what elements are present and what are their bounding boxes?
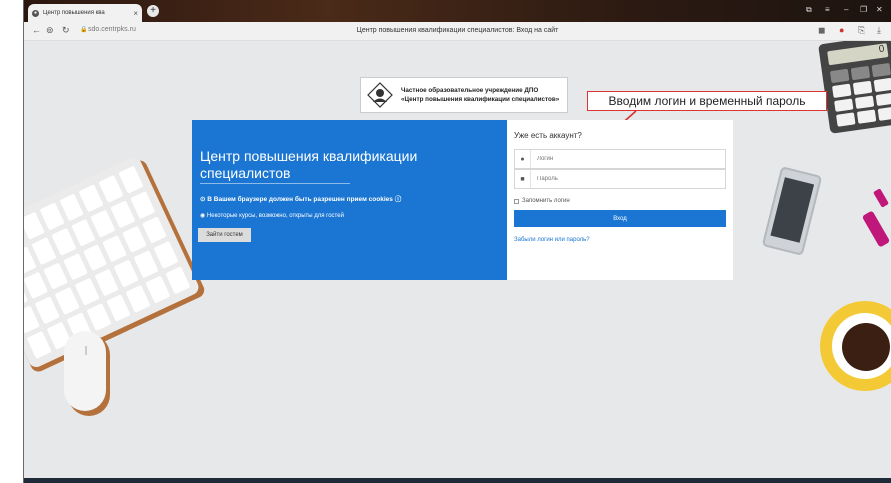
new-tab-button[interactable]: + [147,5,159,17]
site-logo[interactable]: Частное образовательное учреждение ДПО «… [360,77,568,113]
mouse-illustration [64,331,106,411]
tab-close-icon[interactable]: × [133,9,138,18]
user-icon: ● [515,150,531,168]
menu-icon[interactable]: ≡ [825,5,830,14]
remember-label: Запомнить логин [522,198,570,204]
keyboard-illustration [24,155,207,375]
bookmark-icon[interactable]: ◼ [818,25,825,36]
checkbox-icon[interactable] [514,198,519,204]
site-info-panel: Центр повышения квалификации специалисто… [192,120,507,280]
password-field[interactable]: ■ [514,169,726,189]
share-icon[interactable]: ⎘ [858,25,865,36]
divider [200,183,350,184]
username-field[interactable]: ● [514,149,726,169]
logo-line-2: «Центр повышения квалификации специалист… [401,96,560,103]
browser-tab-bar: ● Центр повышения ква × + ⧉ ≡ – ❐ ✕ [24,0,891,22]
minimize-icon[interactable]: – [844,5,848,14]
login-form: Уже есть аккаунт? ● ■ Запомнить логин Вх… [507,120,733,280]
user-icon: ◉ [200,213,207,219]
browser-address-bar: ← ⊚ ↻ 🔒 sdo.centrpks.ru Центр повышения … [24,22,891,41]
login-heading: Уже есть аккаунт? [514,131,582,140]
guest-notice: ◉ Некоторые курсы, возможно, открыты для… [200,213,344,219]
close-window-icon[interactable]: ✕ [876,5,883,14]
desktop-edge [0,0,24,483]
guest-login-button[interactable]: Зайти гостем [198,228,251,242]
forgot-password-link[interactable]: Забыли логин или пароль? [514,237,590,243]
taskbar [24,478,891,483]
logo-line-1: Частное образовательное учреждение ДПО [401,87,539,94]
account-icon[interactable]: ● [839,25,844,35]
username-input[interactable] [537,156,717,162]
calculator-illustration: 0 [818,41,891,134]
emblem-icon [367,82,393,108]
page-body: 0 Частное образовательное учреждение ДПО… [24,41,891,478]
restore-icon[interactable]: ❐ [860,5,867,14]
annotation-callout: Вводим логин и временный пароль [587,91,827,111]
help-icon[interactable]: ⓘ [395,196,402,203]
site-name-heading: Центр повышения квалификации специалисто… [200,148,418,181]
remember-login-checkbox[interactable]: Запомнить логин [514,198,570,204]
page-title: Центр повышения квалификации специалисто… [356,27,559,34]
screenshot-frame: ● Центр повышения ква × + ⧉ ≡ – ❐ ✕ ← ⊚ … [0,0,891,483]
phone-illustration [761,166,823,256]
password-input[interactable] [537,176,717,182]
browser-tab[interactable]: ● Центр повышения ква × [28,4,142,22]
lock-icon: ■ [515,170,531,188]
site-favicon-icon: ● [32,9,39,17]
usb-stick-illustration [861,210,891,248]
calculator-display: 0 [827,43,889,66]
tab-title: Центр повышения ква [43,10,105,16]
extensions-icon[interactable]: ⧉ [806,5,812,15]
download-icon[interactable]: ⤓ [877,25,881,36]
login-button[interactable]: Вход [514,210,726,227]
cookies-notice: ⊙ В Вашем браузере должен быть разрешен … [200,196,402,203]
